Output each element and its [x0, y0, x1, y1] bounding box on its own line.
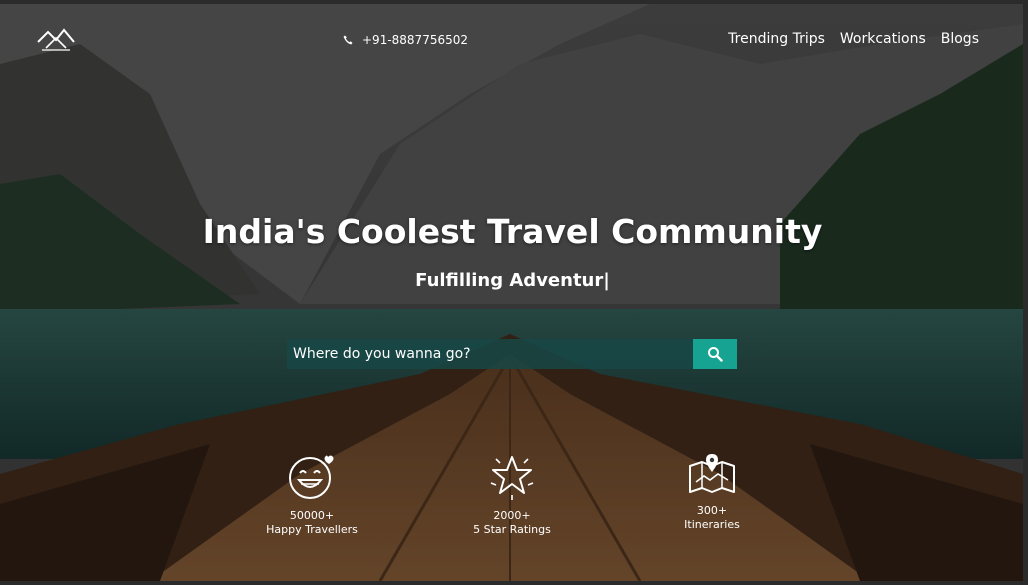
stat-happy-travellers: 50000+ Happy Travellers — [242, 453, 382, 537]
search-bar — [287, 339, 737, 369]
happy-face-icon — [289, 455, 334, 499]
stat-value: 50000+ — [289, 509, 335, 522]
stat-5-star-ratings: 2000+ 5 Star Ratings — [442, 453, 582, 537]
stat-label: Happy Travellers — [266, 523, 358, 536]
stat-value: 300+ — [696, 504, 728, 517]
nav-trending-trips[interactable]: Trending Trips — [728, 31, 825, 47]
hero-title: India's Coolest Travel Community — [202, 212, 823, 251]
phone-contact[interactable]: +91-8887756502 — [343, 33, 468, 47]
stat-itineraries: 300+ Itineraries — [642, 452, 782, 532]
stat-value: 2000+ — [493, 509, 531, 522]
search-button[interactable] — [693, 339, 737, 369]
mountain-tent-logo[interactable] — [36, 26, 76, 54]
hero-subtitle: Fulfilling Adventur| — [415, 270, 610, 291]
hero-section: +91-8887756502 Trending Trips Workcation… — [0, 4, 1023, 581]
map-pin-icon — [689, 454, 735, 493]
phone-icon — [343, 35, 353, 45]
nav-workcations[interactable]: Workcations — [840, 31, 926, 47]
search-icon — [708, 347, 723, 362]
search-input[interactable] — [287, 339, 693, 369]
top-nav: Trending Trips Workcations Blogs — [728, 31, 979, 47]
phone-number[interactable]: +91-8887756502 — [362, 33, 468, 47]
stat-label: 5 Star Ratings — [473, 523, 551, 536]
star-icon — [490, 456, 534, 500]
nav-blogs[interactable]: Blogs — [941, 31, 979, 47]
stat-label: Itineraries — [684, 518, 740, 531]
